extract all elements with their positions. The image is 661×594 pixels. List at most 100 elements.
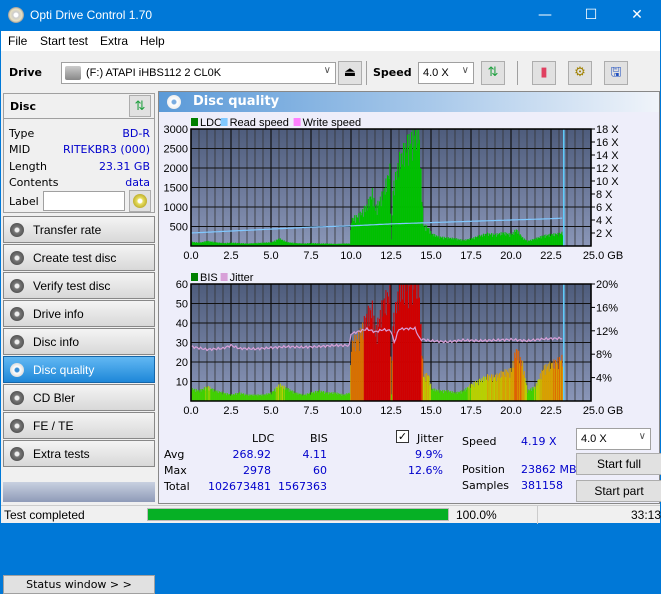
elapsed-time: 33:13 — [631, 508, 661, 522]
title-bar: Opti Drive Control 1.70 — ☐ ✕ — [1, 0, 660, 31]
nav-drive-info[interactable]: Drive info — [3, 300, 155, 327]
left-panel: Disc ⇅ Type BD-R MID RITEKBR3 (000) Leng… — [1, 91, 157, 594]
y-tick-label: 50 — [176, 299, 188, 311]
jitter-checkbox[interactable]: ✓ — [396, 430, 409, 443]
legend-label: Write speed — [303, 117, 362, 129]
nav-label: Extra tests — [33, 447, 90, 461]
disc-label-key: Label — [9, 195, 39, 208]
erase-button[interactable]: ▮ — [532, 61, 556, 85]
disc-tool-icon — [10, 335, 24, 349]
position-label: Position — [462, 463, 505, 476]
x-tick-label: 0.0 — [183, 405, 198, 417]
toolbar-separator — [366, 61, 367, 85]
y-tick-label: 40 — [176, 318, 188, 330]
disc-contents-value: data — [125, 176, 150, 189]
speed-select-value: 4.0 X — [423, 67, 449, 79]
nav-label: Disc quality — [33, 363, 95, 377]
x-tick-label: 5.0 — [263, 405, 278, 417]
nav-disc-quality[interactable]: Disc quality — [3, 356, 155, 383]
y-tick-label: 1000 — [164, 202, 188, 214]
nav-extra-tests[interactable]: Extra tests — [3, 440, 155, 467]
floppy-save-icon: 🖫 — [610, 65, 622, 80]
position-value: 23862 MB — [521, 463, 577, 476]
save-button[interactable]: 🖫 — [604, 61, 628, 85]
disc-header: Disc ⇅ — [4, 94, 154, 119]
chevron-down-icon: ∨ — [638, 431, 646, 442]
eject-button[interactable]: ⏏ — [338, 61, 362, 85]
maximize-button[interactable]: ☐ — [568, 0, 614, 31]
toolbar-separator — [517, 61, 518, 85]
bis-bar — [390, 356, 392, 401]
legend-swatch — [191, 273, 198, 281]
close-button[interactable]: ✕ — [614, 0, 660, 31]
x-tick-label: 22.5 — [540, 405, 561, 417]
y2-tick-label: 12 X — [596, 163, 619, 175]
menu-file[interactable]: File — [8, 34, 27, 48]
disc-label-button[interactable] — [129, 190, 151, 212]
nav-cd-bler[interactable]: CD Bler — [3, 384, 155, 411]
menu-start-test[interactable]: Start test — [40, 34, 88, 48]
x-tick-label: 25.0 GB — [583, 405, 623, 417]
test-speed-value: 4.0 X — [581, 433, 607, 445]
status-divider — [537, 506, 538, 524]
total-ldc-value: 102673481 — [208, 480, 271, 493]
refresh-button[interactable]: ⇅ — [481, 61, 505, 85]
y-tick-label: 20 — [176, 357, 188, 369]
x-tick-label: 20.0 — [500, 250, 521, 262]
nav-fe-te[interactable]: FE / TE — [3, 412, 155, 439]
disc-quality-panel: Disc quality 0.0 2.5 5.0 7.5 10.0 12.5 15.0 17.… — [158, 91, 661, 504]
settings-button[interactable]: ⚙ — [568, 61, 592, 85]
total-label: Total — [164, 480, 190, 493]
y-tick-label: 3000 — [164, 124, 188, 136]
max-jitter-value: 12.6% — [408, 464, 443, 477]
disc-tool-icon — [10, 363, 24, 377]
y2-tick-label: 12% — [596, 326, 618, 338]
progress-fill — [148, 509, 448, 520]
y-tick-label: 30 — [176, 338, 188, 350]
speed-select[interactable]: 4.0 X ∨ — [418, 62, 474, 84]
minimize-button[interactable]: — — [522, 0, 568, 31]
drive-select[interactable]: (F:) ATAPI iHBS112 2 CL0K ∨ — [61, 62, 336, 84]
start-full-button[interactable]: Start full — [576, 453, 661, 475]
jitter-label: Jitter — [417, 432, 444, 445]
nav-disc-info[interactable]: Disc info — [3, 328, 155, 355]
nav-verify-test-disc[interactable]: Verify test disc — [3, 272, 155, 299]
x-tick-label: 17.5 — [460, 405, 481, 417]
col-ldc-header: LDC — [252, 432, 275, 445]
legend-swatch — [293, 118, 301, 126]
toolbar: Drive (F:) ATAPI iHBS112 2 CL0K ∨ ⏏ Spee… — [1, 51, 660, 91]
nav-label: Transfer rate — [33, 223, 102, 237]
x-tick-label: 15.0 — [420, 405, 441, 417]
menu-extra[interactable]: Extra — [100, 34, 128, 48]
x-tick-label: 7.5 — [303, 405, 318, 417]
x-tick-label: 12.5 — [380, 405, 401, 417]
menu-bar: File Start test Extra Help — [1, 31, 660, 51]
legend-swatch — [220, 273, 228, 281]
y2-tick-label: 10 X — [596, 176, 619, 188]
start-part-button[interactable]: Start part — [576, 480, 661, 502]
y-tick-label: 2000 — [164, 163, 188, 175]
test-speed-select[interactable]: 4.0 X ∨ — [576, 428, 651, 450]
disc-refresh-button[interactable]: ⇅ — [129, 95, 151, 117]
nav-label: Verify test disc — [33, 279, 111, 293]
nav-create-test-disc[interactable]: Create test disc — [3, 244, 155, 271]
panel-title: Disc quality — [193, 94, 280, 109]
nav-label: Disc info — [33, 335, 80, 349]
y-tick-label: 1500 — [164, 183, 188, 195]
disc-mid-key: MID — [9, 143, 31, 156]
x-tick-label: 10.0 — [340, 405, 361, 417]
refresh-arrows-icon: ⇅ — [134, 99, 146, 114]
avg-jitter-value: 9.9% — [415, 448, 443, 461]
total-bis-value: 1567363 — [278, 480, 327, 493]
x-tick-label: 0.0 — [183, 250, 198, 262]
x-tick-label: 2.5 — [223, 250, 238, 262]
menu-help[interactable]: Help — [140, 34, 165, 48]
y2-tick-label: 16 X — [596, 137, 619, 149]
disc-label-input[interactable] — [43, 191, 125, 211]
status-window-button[interactable]: Status window > > — [3, 575, 155, 594]
nav-filler — [3, 482, 155, 502]
nav-transfer-rate[interactable]: Transfer rate — [3, 216, 155, 243]
col-bis-header: BIS — [310, 432, 328, 445]
panel-header: Disc quality — [159, 92, 659, 112]
x-tick-label: 25.0 GB — [583, 250, 623, 262]
